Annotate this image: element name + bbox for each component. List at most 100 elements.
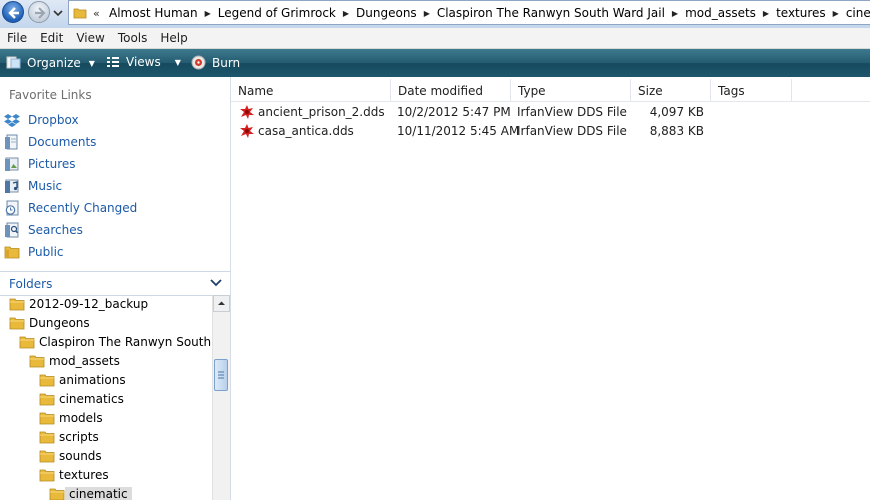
column-header-label: Tags [718, 84, 745, 98]
favorite-label: Public [28, 245, 64, 259]
favorite-label: Recently Changed [28, 201, 138, 215]
chevron-down-icon[interactable] [209, 276, 223, 290]
favorite-link-dropbox[interactable]: Dropbox [4, 111, 224, 131]
address-bar: « Almost Human ▶ Legend of Grimrock ▶ Dungeo… [0, 0, 870, 29]
folder-tree-label: cinematics [59, 392, 124, 406]
folder-icon [39, 372, 55, 391]
menu-help[interactable]: Help [153, 28, 193, 45]
folder-tree-label: sounds [59, 449, 102, 463]
file-name: casa_antica.dds [258, 124, 354, 138]
dropbox-icon [4, 114, 20, 127]
file-list-pane: Name Date modified Type Size Tags ancien… [231, 77, 870, 500]
folder-icon [19, 334, 35, 353]
breadcrumb-item[interactable]: cinematic [846, 6, 870, 20]
menu-view[interactable]: View [69, 28, 110, 45]
irfanview-file-icon [240, 105, 254, 119]
favorite-link-public[interactable]: Public [4, 243, 224, 263]
favorite-label: Dropbox [28, 113, 79, 127]
folder-icon [49, 486, 65, 500]
favorite-label: Music [28, 179, 63, 193]
forward-arrow-icon [35, 7, 46, 19]
chevron-down-icon: ▼ [88, 59, 95, 68]
breadcrumb-separator-icon[interactable]: ▶ [424, 9, 430, 18]
favorite-link-recently-changed[interactable]: Recently Changed [4, 199, 224, 219]
folder-icon [29, 353, 45, 372]
searches-icon [5, 222, 19, 238]
back-button[interactable] [2, 1, 24, 23]
column-header-name[interactable]: Name [231, 79, 391, 101]
folder-tree-label: Claspiron The Ranwyn South Wa [39, 335, 213, 349]
scroll-thumb[interactable] [214, 359, 228, 391]
folder-tree-label: cinematic [65, 487, 132, 500]
scroll-up-button[interactable] [213, 295, 230, 312]
favorite-link-documents[interactable]: Documents [4, 133, 224, 153]
forward-button[interactable] [28, 1, 50, 23]
column-header-label: Date modified [398, 84, 484, 98]
breadcrumb-item[interactable]: textures [776, 6, 826, 20]
favorite-links-title: Favorite Links [9, 88, 92, 102]
file-row[interactable]: casa_antica.dds 10/11/2012 5:45 AM Irfan… [231, 122, 870, 141]
breadcrumb[interactable]: « Almost Human ▶ Legend of Grimrock ▶ Dungeo… [68, 0, 870, 25]
folder-icon [39, 429, 55, 448]
organize-button[interactable]: Organize ▼ [6, 55, 95, 71]
breadcrumb-item[interactable]: mod_assets [685, 6, 756, 20]
public-folder-icon [4, 246, 20, 259]
breadcrumb-separator-icon[interactable]: ▶ [763, 9, 769, 18]
breadcrumb-item[interactable]: Dungeons [356, 6, 417, 20]
column-header-row: Name Date modified Type Size Tags [231, 79, 870, 102]
file-type: IrfanView DDS File [517, 105, 627, 119]
column-header-date-modified[interactable]: Date modified [391, 79, 511, 101]
documents-icon [5, 134, 18, 150]
folder-icon [39, 448, 55, 467]
folder-icon [39, 467, 55, 486]
folder-icon [9, 315, 25, 334]
burn-button[interactable]: Burn [191, 55, 240, 71]
favorite-link-music[interactable]: Music [4, 177, 224, 197]
scroll-grip-icon [218, 371, 224, 379]
breadcrumb-separator-icon[interactable]: ▶ [205, 9, 211, 18]
folder-icon [39, 391, 55, 410]
irfanview-file-icon [240, 124, 254, 138]
favorite-link-searches[interactable]: Searches [4, 221, 224, 241]
folder-tree-label: models [59, 411, 103, 425]
breadcrumb-item[interactable]: Claspiron The Ranwyn South Ward Jail [437, 6, 665, 20]
folder-tree-label: Dungeons [29, 316, 90, 330]
organize-label: Organize [27, 56, 81, 70]
menu-file[interactable]: File [0, 28, 33, 45]
command-bar: Organize ▼ Views ▼ Burn [0, 49, 870, 77]
file-date-modified: 10/2/2012 5:47 PM [397, 105, 511, 119]
menu-bar: File Edit View Tools Help [0, 28, 870, 49]
folder-icon [39, 410, 55, 429]
file-size: 4,097 KB [649, 105, 704, 119]
folder-icon [9, 296, 25, 315]
file-name: ancient_prison_2.dds [258, 105, 385, 119]
breadcrumb-item[interactable]: Legend of Grimrock [218, 6, 336, 20]
views-label: Views [126, 55, 161, 69]
column-header-size[interactable]: Size [631, 79, 711, 101]
folder-tree-label: scripts [59, 430, 99, 444]
folder-tree-scrollbar[interactable] [212, 295, 230, 500]
breadcrumb-separator-icon[interactable]: ▶ [343, 9, 349, 18]
column-header-tags[interactable]: Tags [711, 79, 792, 101]
folders-header[interactable]: Folders [0, 271, 230, 296]
breadcrumb-overflow-icon[interactable]: « [93, 7, 100, 20]
menu-edit[interactable]: Edit [33, 28, 69, 45]
folder-icon [73, 8, 87, 19]
favorite-label: Searches [28, 223, 83, 237]
file-type: IrfanView DDS File [517, 124, 627, 138]
chevron-down-icon: ▼ [174, 58, 181, 67]
column-header-type[interactable]: Type [511, 79, 631, 101]
views-button[interactable]: Views ▼ [106, 55, 181, 71]
navigation-pane: Favorite Links Dropbox Documents Picture… [0, 77, 231, 500]
folder-tree: 2012-09-12_backup Dungeons Claspiron The R… [0, 295, 213, 500]
burn-label: Burn [212, 56, 241, 70]
folder-tree-label: animations [59, 373, 126, 387]
breadcrumb-separator-icon[interactable]: ▶ [672, 9, 678, 18]
recent-pages-button[interactable] [53, 7, 63, 17]
breadcrumb-separator-icon[interactable]: ▶ [833, 9, 839, 18]
file-row[interactable]: ancient_prison_2.dds 10/2/2012 5:47 PM I… [231, 103, 870, 122]
breadcrumb-item[interactable]: Almost Human [109, 6, 198, 20]
file-date-modified: 10/11/2012 5:45 AM [397, 124, 520, 138]
favorite-link-pictures[interactable]: Pictures [4, 155, 224, 175]
menu-tools[interactable]: Tools [111, 28, 154, 45]
